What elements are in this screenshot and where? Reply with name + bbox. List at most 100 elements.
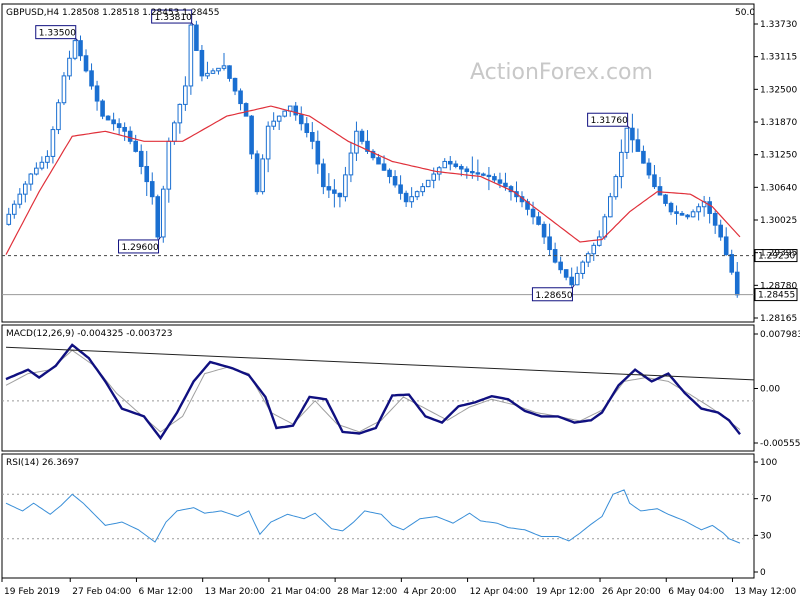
candle-body bbox=[83, 55, 89, 72]
candle-body bbox=[78, 40, 83, 57]
candle-body bbox=[354, 130, 359, 154]
candle-body bbox=[657, 186, 663, 196]
candle-body bbox=[23, 183, 28, 195]
candle-body bbox=[194, 24, 199, 51]
candle-body bbox=[492, 176, 497, 181]
price-annotation-label-2: 1.29600 bbox=[122, 243, 159, 253]
candle-body bbox=[674, 211, 679, 214]
candle-body bbox=[155, 196, 161, 238]
candle-body bbox=[265, 125, 271, 160]
candle-body bbox=[376, 157, 381, 165]
candle-body bbox=[116, 123, 122, 128]
candle-body bbox=[221, 65, 227, 69]
price-layer: 1.292301.284551.335001.338101.296001.317… bbox=[2, 9, 798, 302]
rsi-line bbox=[5, 489, 741, 544]
candle-body bbox=[326, 186, 332, 191]
candle-body bbox=[585, 253, 591, 263]
price-annotation-label-0: 1.33500 bbox=[39, 29, 76, 39]
current-price-label: 1.28455 bbox=[758, 291, 795, 301]
y-tick-label: 70 bbox=[760, 495, 772, 505]
candle-body bbox=[216, 67, 221, 72]
candle-body bbox=[56, 102, 61, 131]
candle-body bbox=[696, 206, 701, 213]
candle-body bbox=[276, 115, 282, 122]
candle-body bbox=[464, 168, 470, 173]
candle-body bbox=[707, 201, 712, 214]
y-tick-label: 100 bbox=[760, 458, 777, 468]
candle-body bbox=[558, 261, 563, 271]
watermark: ActionForex.com bbox=[470, 60, 653, 85]
candle-body bbox=[381, 163, 387, 171]
candle-body bbox=[243, 103, 249, 117]
candle-body bbox=[67, 57, 72, 77]
candle-body bbox=[100, 100, 105, 117]
candle-body bbox=[304, 123, 310, 134]
candle-body bbox=[6, 213, 12, 225]
candle-body bbox=[45, 155, 50, 163]
candle-body bbox=[470, 171, 475, 174]
candle-body bbox=[481, 173, 486, 176]
x-tick-label: 27 Feb 04:00 bbox=[72, 587, 131, 597]
macd-panel-frame bbox=[1, 324, 755, 452]
candle-body bbox=[690, 211, 696, 218]
x-tick-label: 19 Feb 2019 bbox=[4, 587, 60, 597]
candle-body bbox=[447, 160, 453, 165]
candle-body bbox=[138, 150, 144, 167]
x-tick-label: 4 Apr 20:00 bbox=[403, 587, 456, 597]
candle-body bbox=[679, 212, 685, 216]
candle-body bbox=[17, 193, 23, 205]
candle-body bbox=[729, 254, 735, 273]
candle-body bbox=[431, 173, 437, 181]
rsi-panel-frame bbox=[1, 453, 755, 579]
candle-body bbox=[293, 105, 299, 116]
candle-body bbox=[574, 272, 580, 286]
candle-body bbox=[718, 224, 723, 238]
x-tick-label: 19 Apr 12:00 bbox=[536, 587, 595, 597]
x-tick-label: 28 Mar 12:00 bbox=[337, 587, 397, 597]
candle-body bbox=[39, 161, 45, 169]
macd-label: MACD(12,26,9) -0.004325 -0.003723 bbox=[6, 329, 172, 339]
candle-body bbox=[332, 189, 337, 194]
candle-body bbox=[608, 196, 613, 218]
candle-body bbox=[111, 119, 116, 125]
rsi-layer bbox=[2, 489, 754, 544]
candle-body bbox=[398, 184, 403, 194]
candle-body bbox=[183, 85, 188, 105]
chart-svg: ActionForex.com 1.292301.284551.335001.3… bbox=[1, 3, 800, 597]
macd-trendline bbox=[5, 346, 755, 381]
y-tick-label: 1.32500 bbox=[760, 85, 797, 95]
candle-body bbox=[205, 72, 210, 77]
candle-body bbox=[596, 236, 602, 246]
candle-body bbox=[61, 75, 67, 104]
candle-body bbox=[569, 276, 574, 286]
candle-body bbox=[166, 140, 172, 190]
candle-body bbox=[238, 90, 243, 105]
candle-body bbox=[337, 192, 343, 198]
y-tick-label: 1.30640 bbox=[760, 183, 797, 193]
candle-body bbox=[580, 261, 586, 274]
y-tick-label: 1.33730 bbox=[760, 20, 797, 30]
candle-body bbox=[249, 115, 254, 155]
y-tick-label: 0 bbox=[760, 568, 766, 578]
candle-body bbox=[72, 40, 78, 59]
y-tick-label: 1.30025 bbox=[760, 216, 797, 226]
candle-body bbox=[414, 191, 420, 198]
candle-body bbox=[503, 182, 508, 188]
candle-body bbox=[497, 179, 503, 184]
y-tick-label: 1.31250 bbox=[760, 151, 797, 161]
candle-body bbox=[646, 162, 652, 176]
candle-body bbox=[89, 70, 94, 87]
y-tick-label: 0.007983 bbox=[760, 330, 800, 340]
candle-body bbox=[199, 49, 205, 77]
candle-body bbox=[188, 24, 194, 87]
candle-body bbox=[282, 110, 287, 117]
candle-body bbox=[271, 120, 276, 127]
candle-body bbox=[160, 188, 166, 238]
candle-body bbox=[619, 151, 624, 178]
candle-body bbox=[232, 77, 238, 92]
y-tick-label: 30 bbox=[760, 531, 772, 541]
candle-body bbox=[348, 152, 354, 176]
candle-body bbox=[425, 179, 431, 188]
y-tick-label: 1.33115 bbox=[760, 53, 797, 63]
price-annotation-label-3: 1.31760 bbox=[591, 116, 628, 126]
